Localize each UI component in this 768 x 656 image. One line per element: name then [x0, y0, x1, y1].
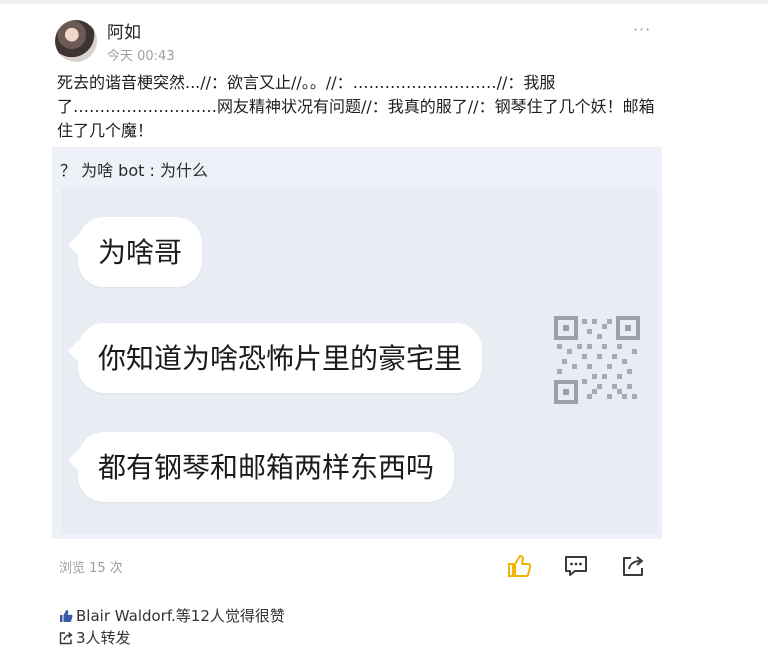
- like-icon[interactable]: [506, 553, 532, 579]
- share-icon[interactable]: [620, 553, 646, 579]
- author-name[interactable]: 阿如: [107, 18, 141, 43]
- shared-card[interactable]: ？ 为啥 bot : 为什么 为啥哥 你知道为啥恐怖片里的豪宅里 都有钢琴和邮箱…: [52, 147, 662, 539]
- post-time: 今天 00:43: [107, 49, 175, 64]
- chat-bubble-3: 都有钢琴和邮箱两样东西吗: [78, 432, 455, 502]
- like-small-icon: [60, 610, 73, 622]
- comment-icon[interactable]: [563, 553, 589, 579]
- chat-bubble-2: 你知道为啥恐怖片里的豪宅里: [78, 323, 483, 393]
- forwards-text: 3人转发: [76, 629, 131, 647]
- post-text: 死去的谐音梗突然...//：欲言又止//。。//：………………………//：我服了…: [57, 73, 655, 140]
- forward-small-icon: [59, 631, 73, 645]
- shared-card-title: ？ 为啥 bot : 为什么: [60, 161, 208, 180]
- more-options-icon[interactable]: ···: [633, 20, 651, 39]
- heart-icon: ❤: [87, 21, 95, 31]
- forwards-summary[interactable]: 3人转发: [59, 627, 131, 648]
- likes-summary[interactable]: Blair Waldorf.等12人觉得很赞: [59, 605, 285, 626]
- chat-bubble-1: 为啥哥: [78, 217, 203, 287]
- qr-code: [554, 316, 640, 404]
- view-count: 浏览 15 次: [59, 561, 123, 576]
- avatar[interactable]: ❤: [55, 20, 97, 62]
- likes-text: Blair Waldorf.等12人觉得很赞: [76, 607, 285, 625]
- shared-image[interactable]: 为啥哥 你知道为啥恐怖片里的豪宅里 都有钢琴和邮箱两样东西吗: [61, 188, 657, 534]
- top-divider: [0, 0, 768, 4]
